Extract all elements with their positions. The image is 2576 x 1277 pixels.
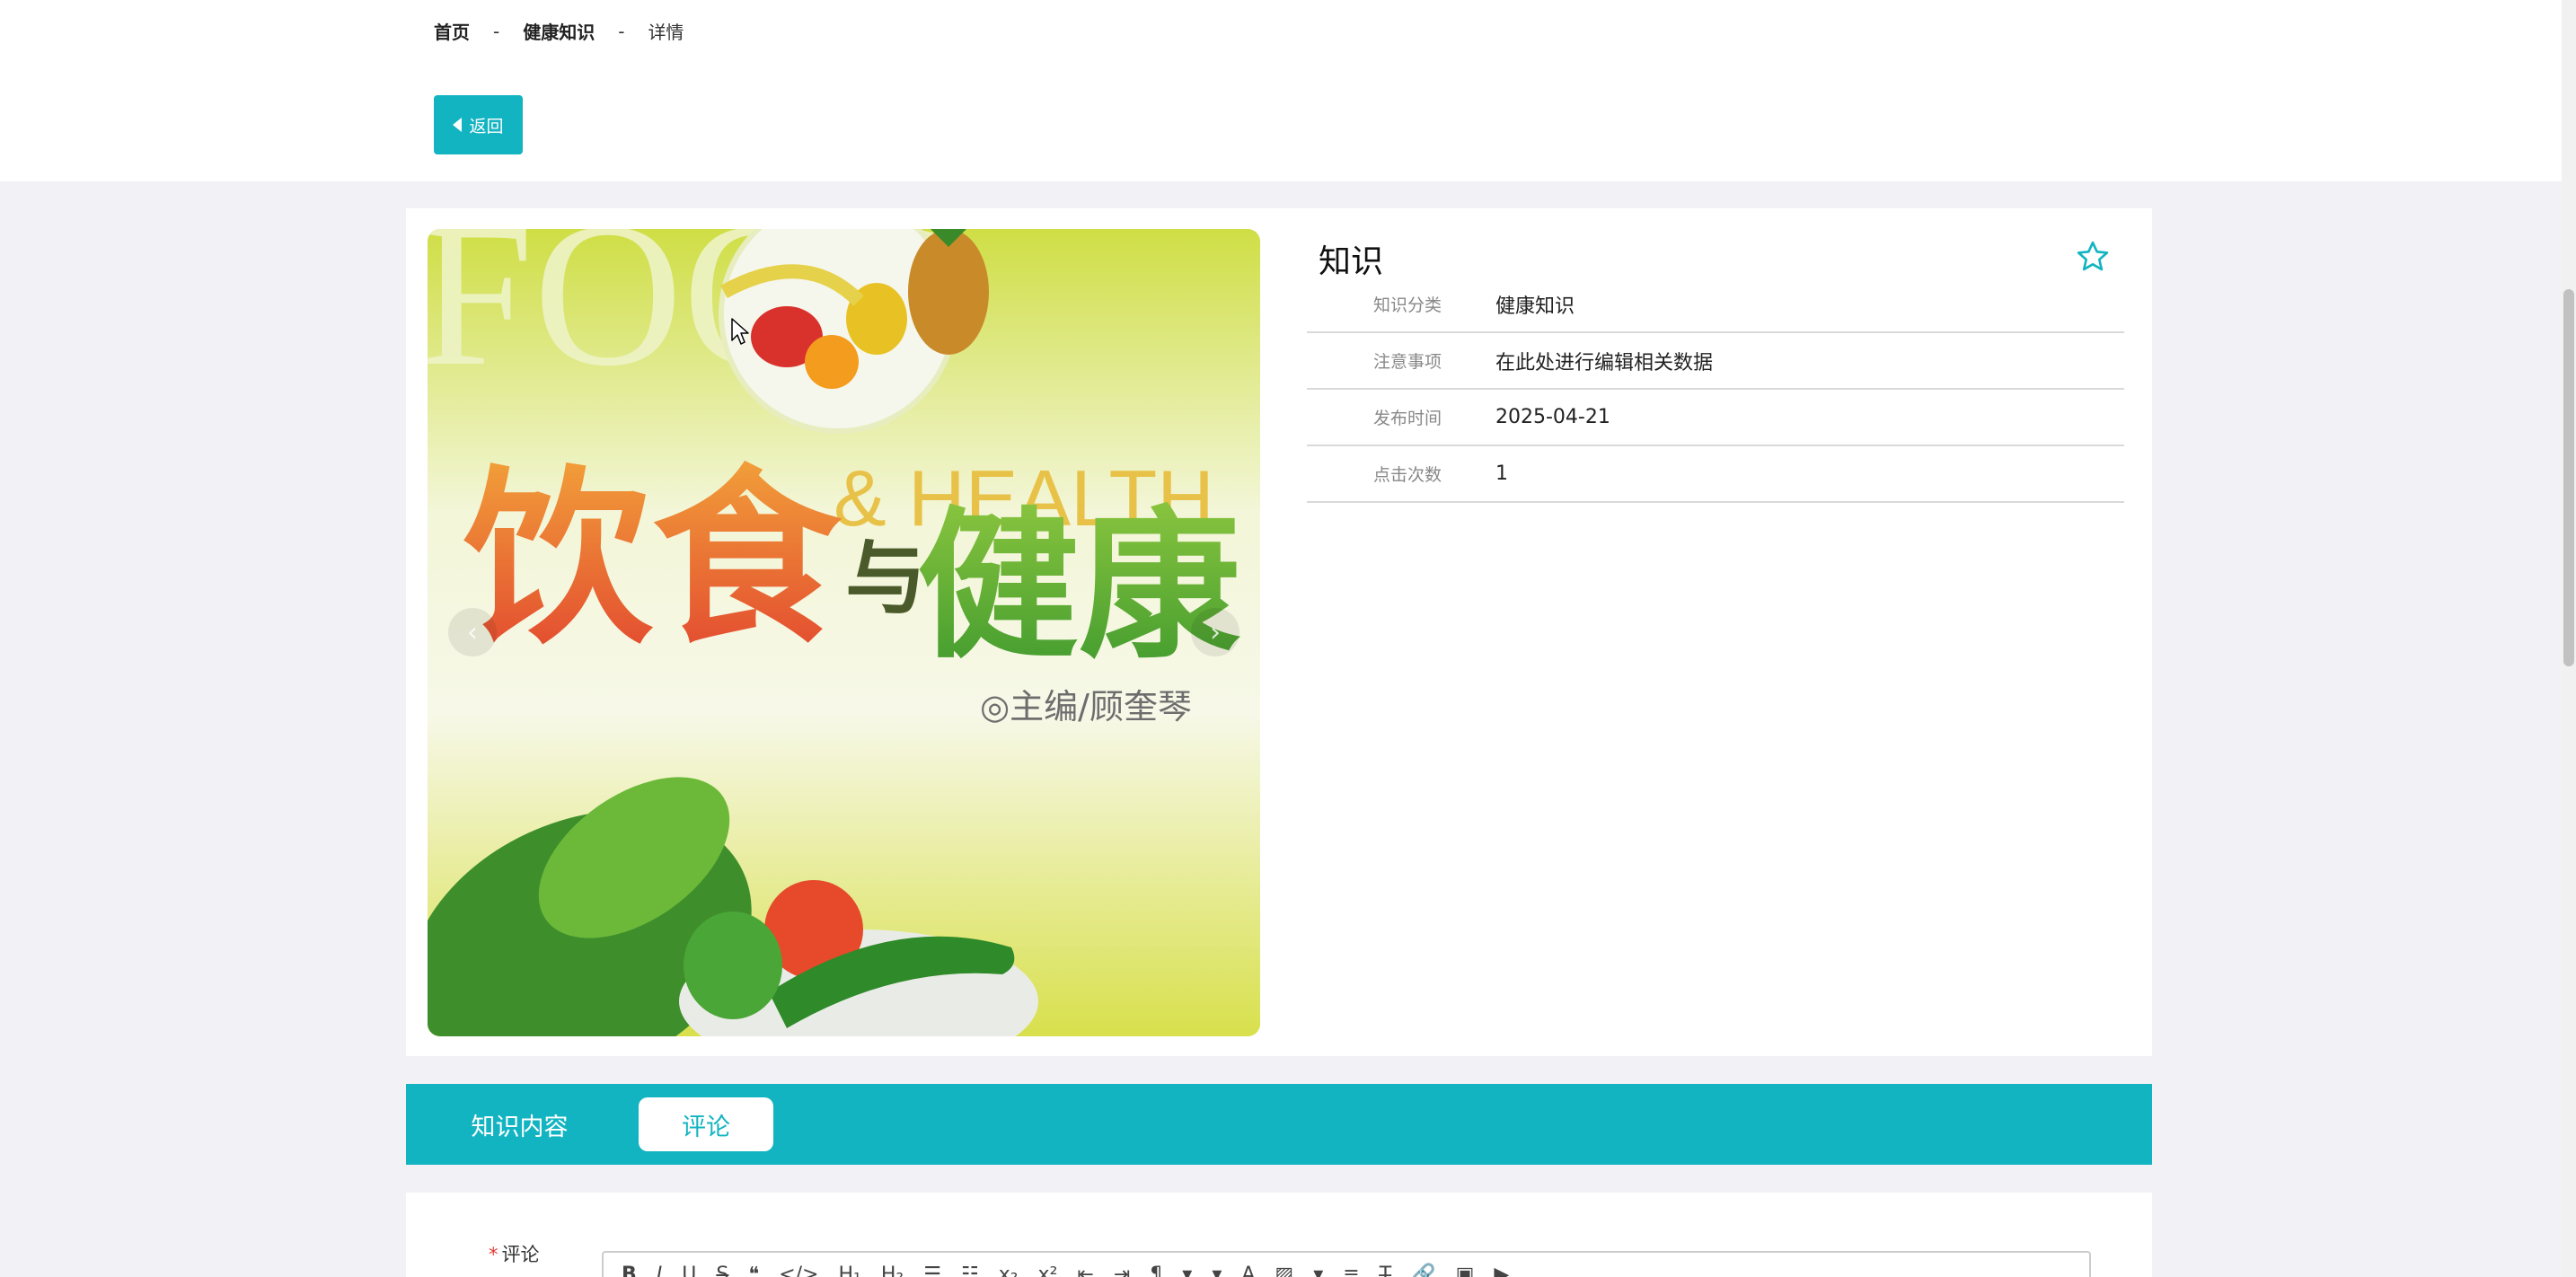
- color-icon[interactable]: A: [1241, 1264, 1255, 1277]
- breadcrumb-separator: -: [618, 20, 625, 42]
- cover-cn-jiankang: 健康: [917, 493, 1240, 681]
- info-label: 知识分类: [1372, 295, 1442, 315]
- tab-bar: 知识内容 评论: [406, 1084, 2152, 1165]
- outdent-icon[interactable]: ⇤: [1077, 1264, 1093, 1277]
- strikethrough-icon[interactable]: S: [716, 1264, 728, 1277]
- code-icon[interactable]: </>: [779, 1264, 818, 1277]
- image-icon[interactable]: ▣: [1456, 1264, 1475, 1277]
- header-one-icon[interactable]: H₁: [838, 1264, 860, 1277]
- cover-cn-yinshi: 饮食: [463, 449, 842, 669]
- header-two-icon[interactable]: H₂: [881, 1264, 904, 1277]
- size-dropdown-icon[interactable]: ▾: [1182, 1264, 1192, 1277]
- font-dropdown-icon[interactable]: ▾: [1313, 1264, 1323, 1277]
- comment-field-label: * 评论: [489, 1240, 540, 1267]
- breadcrumb-category-link[interactable]: 健康知识: [523, 18, 595, 44]
- info-row-click-count: 点击次数 1: [1307, 446, 2124, 503]
- italic-icon[interactable]: I: [657, 1264, 663, 1277]
- header-dropdown-icon[interactable]: ▾: [1212, 1264, 1222, 1277]
- info-value: 2025-04-21: [1495, 406, 1610, 428]
- underline-icon[interactable]: U: [682, 1264, 696, 1277]
- rich-text-editor-toolbar: B I U S ❝ </> H₁ H₂ ☰ ☷ x₂ x² ⇤ ⇥ ¶ ▾ ▾ …: [602, 1251, 2091, 1277]
- page-title: 知识: [1319, 243, 1384, 280]
- cover-cn-yu: 与: [845, 532, 926, 626]
- top-header: [0, 0, 2562, 181]
- link-icon[interactable]: 🔗: [1411, 1264, 1435, 1277]
- text-direction-icon[interactable]: ¶: [1150, 1264, 1162, 1277]
- info-label: 注意事项: [1372, 352, 1442, 372]
- scrollbar-thumb[interactable]: [2563, 289, 2574, 666]
- bullet-list-icon[interactable]: ☷: [961, 1264, 979, 1277]
- clean-icon[interactable]: T̶: [1380, 1264, 1391, 1277]
- info-label: 点击次数: [1372, 465, 1442, 485]
- background-icon[interactable]: ▨: [1275, 1264, 1293, 1277]
- cover-editor-text: ◎主编/顾奎琴: [980, 687, 1192, 727]
- tab-knowledge-content[interactable]: 知识内容: [460, 1097, 579, 1151]
- info-row-category: 知识分类 健康知识: [1307, 277, 2124, 333]
- info-row-notes: 注意事项 在此处进行编辑相关数据: [1307, 333, 2124, 390]
- align-icon[interactable]: ≡: [1343, 1264, 1359, 1277]
- cover-image-carousel: FOOD & HEALTH 饮食 与 健康 ◎主编/顾奎琴 ‹ ›: [428, 229, 1260, 1036]
- caret-left-icon: [453, 118, 463, 132]
- info-label: 发布时间: [1372, 409, 1442, 428]
- mouse-cursor-icon: [731, 318, 749, 345]
- info-table: 知识分类 健康知识 注意事项 在此处进行编辑相关数据 发布时间 2025-04-…: [1307, 277, 2124, 503]
- info-value: 在此处进行编辑相关数据: [1495, 351, 1714, 374]
- tab-comments[interactable]: 评论: [639, 1097, 773, 1151]
- comment-label-text: 评论: [501, 1244, 540, 1265]
- video-icon[interactable]: ▶: [1494, 1264, 1509, 1277]
- back-button[interactable]: 返回: [434, 95, 523, 154]
- bold-icon[interactable]: B: [622, 1264, 637, 1277]
- indent-icon[interactable]: ⇥: [1114, 1264, 1130, 1277]
- favorite-star-icon[interactable]: [2075, 239, 2111, 275]
- back-button-label: 返回: [469, 116, 504, 137]
- breadcrumb-home-link[interactable]: 首页: [434, 18, 470, 44]
- carousel-prev-button[interactable]: ‹: [448, 608, 497, 656]
- breadcrumb: 首页 - 健康知识 - 详情: [434, 18, 684, 44]
- carousel-next-button[interactable]: ›: [1191, 608, 1239, 656]
- blockquote-icon[interactable]: ❝: [748, 1264, 759, 1277]
- info-value: 健康知识: [1495, 295, 1575, 318]
- ordered-list-icon[interactable]: ☰: [923, 1264, 941, 1277]
- required-mark: *: [489, 1244, 498, 1265]
- breadcrumb-current: 详情: [648, 22, 684, 43]
- superscript-icon[interactable]: x²: [1038, 1264, 1058, 1277]
- subscript-icon[interactable]: x₂: [999, 1264, 1019, 1277]
- info-value: 1: [1495, 462, 1508, 485]
- info-row-publish-date: 发布时间 2025-04-21: [1307, 390, 2124, 446]
- breadcrumb-separator: -: [493, 20, 500, 42]
- cover-image: FOOD & HEALTH 饮食 与 健康 ◎主编/顾奎琴: [428, 229, 1260, 1036]
